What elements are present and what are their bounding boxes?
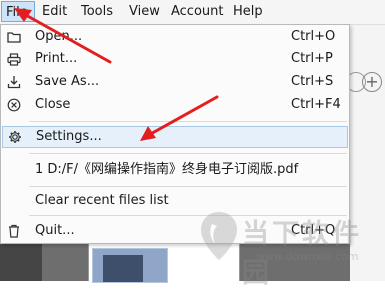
- menu-separator: [29, 121, 347, 122]
- menu-separator: [29, 186, 347, 187]
- close-label: Close: [35, 97, 71, 112]
- page-thumbnail-image: [92, 248, 168, 283]
- menu-item-quit[interactable]: Quit... Ctrl+Q: [1, 220, 349, 242]
- download-icon: [5, 73, 23, 91]
- gear-icon: [6, 128, 24, 146]
- menu-account[interactable]: Account: [171, 1, 224, 22]
- menu-tools[interactable]: Tools: [81, 1, 113, 22]
- open-shortcut: Ctrl+O: [291, 29, 336, 44]
- close-circle-icon: [5, 96, 23, 114]
- clear-recent-label: Clear recent files list: [35, 193, 169, 208]
- menu-item-close[interactable]: Close Ctrl+F4: [1, 94, 349, 116]
- save-as-shortcut: Ctrl+S: [291, 74, 334, 89]
- recent-file-label: 1 D:/F/《网编操作指南》终身电子订阅版.pdf: [35, 162, 299, 177]
- right-panel: [350, 25, 385, 281]
- menu-separator: [29, 153, 347, 154]
- open-label: Open...: [35, 29, 83, 44]
- save-as-label: Save As...: [35, 74, 100, 89]
- settings-label: Settings...: [36, 129, 102, 144]
- menu-view[interactable]: View: [129, 1, 160, 22]
- file-menu-dropdown: Open... Ctrl+O Print... Ctrl+P Save As..…: [0, 24, 350, 244]
- quit-label: Quit...: [35, 223, 75, 238]
- menu-separator: [29, 215, 347, 216]
- menu-edit[interactable]: Edit: [42, 1, 67, 22]
- menu-file[interactable]: File: [1, 1, 35, 22]
- printer-icon: [5, 50, 23, 68]
- print-shortcut: Ctrl+P: [291, 51, 333, 66]
- folder-icon: [5, 28, 23, 46]
- menu-bar: File Edit Tools View Account Help: [0, 0, 385, 25]
- menu-item-save-as[interactable]: Save As... Ctrl+S: [1, 71, 349, 93]
- quit-shortcut: Ctrl+Q: [291, 223, 336, 238]
- menu-item-settings[interactable]: Settings...: [2, 126, 348, 148]
- menu-item-clear-recent[interactable]: Clear recent files list: [1, 190, 349, 212]
- add-tab-button[interactable]: +: [362, 72, 382, 92]
- menu-help[interactable]: Help: [233, 1, 263, 22]
- print-label: Print...: [35, 51, 78, 66]
- menu-item-open[interactable]: Open... Ctrl+O: [1, 26, 349, 48]
- menu-item-print[interactable]: Print... Ctrl+P: [1, 48, 349, 70]
- trash-icon: [5, 222, 23, 240]
- menu-item-recent-file[interactable]: 1 D:/F/《网编操作指南》终身电子订阅版.pdf: [1, 159, 349, 181]
- close-shortcut: Ctrl+F4: [291, 97, 341, 112]
